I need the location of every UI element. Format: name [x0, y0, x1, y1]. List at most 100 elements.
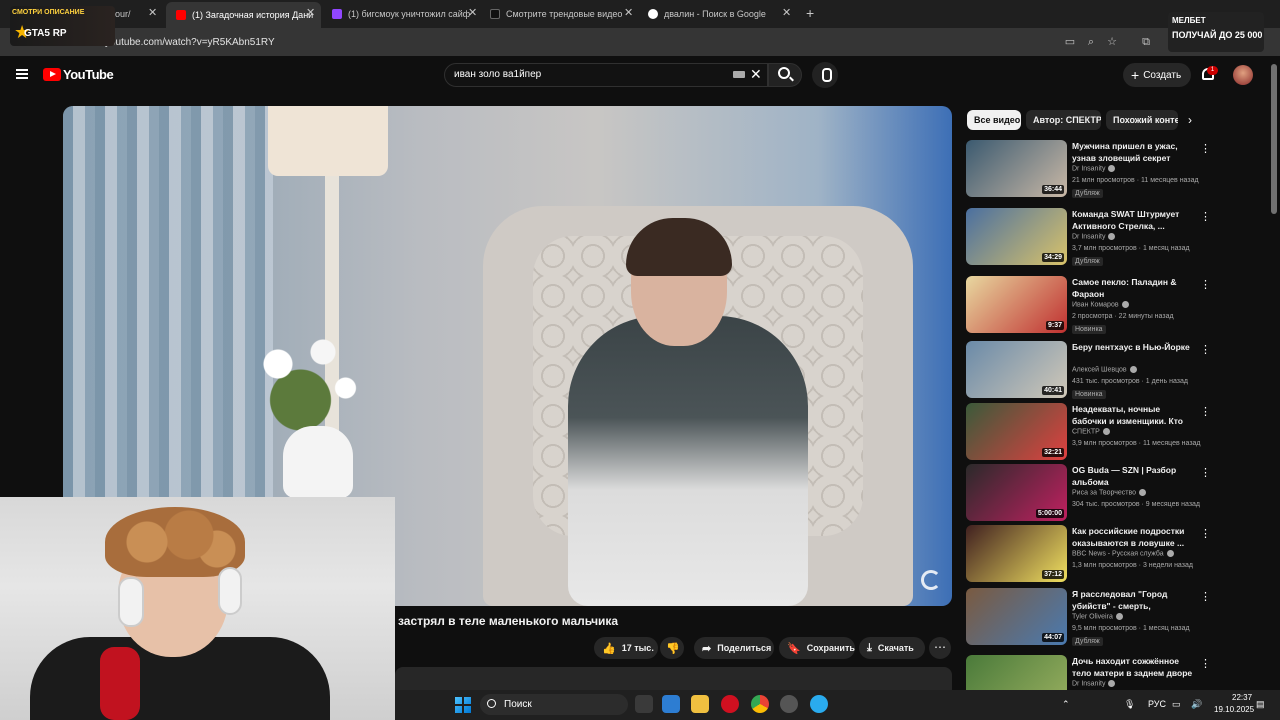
recommendation-channel[interactable]: Tyler Oliveira	[1072, 613, 1123, 620]
clock-date[interactable]: 19.10.2025	[1214, 705, 1254, 714]
recommendation-title[interactable]: OG Buda — SZN | Разбор альбома	[1072, 464, 1196, 488]
more-options-icon[interactable]: ⋮	[1200, 210, 1211, 223]
tab-4-close-icon[interactable]: ✕	[624, 6, 633, 19]
chip-author[interactable]: Автор: СПЕКТР	[1026, 110, 1101, 130]
chip-related[interactable]: Похожий конте	[1106, 110, 1178, 130]
recommendation-title[interactable]: Дочь находит сожжённое тело матери в зад…	[1072, 655, 1196, 679]
more-options-icon[interactable]: ⋮	[1200, 405, 1211, 418]
zoom-icon[interactable]: ⌕	[1085, 36, 1097, 48]
keyboard-icon[interactable]	[733, 71, 745, 78]
chip-all-videos[interactable]: Все видео	[967, 110, 1021, 130]
tab-4[interactable]: Смотрите трендовые видео |	[490, 4, 622, 24]
windows-start-icon[interactable]	[455, 697, 471, 713]
recommendation-title[interactable]: Как российские подростки оказываются в л…	[1072, 525, 1196, 549]
tab-4-label: Смотрите трендовые видео |	[506, 9, 622, 19]
volume-icon[interactable]: 🔊	[1191, 699, 1202, 710]
tab-2[interactable]: (1) Загадочная история Дани	[166, 2, 321, 28]
recommendation-item[interactable]: 40:41 Беру пентхаус в Нью-Йорке Алексей Ше…	[966, 341, 1216, 401]
tab-5[interactable]: двалин - Поиск в Google	[648, 4, 780, 24]
recommendation-title[interactable]: Команда SWAT Штурмует Активного Стрелка,…	[1072, 208, 1196, 232]
youtube-logo-text[interactable]: YouTube	[63, 67, 114, 82]
voice-search-mic-icon[interactable]	[812, 62, 838, 88]
share-button[interactable]: ➦ Поделиться	[694, 637, 774, 659]
recommendation-channel[interactable]: Dr Insanity	[1072, 165, 1116, 172]
notepad-icon[interactable]	[662, 695, 680, 713]
youtube-logo-icon[interactable]	[43, 68, 61, 81]
tab-2-close-icon[interactable]: ✕	[306, 6, 315, 19]
recommendation-item[interactable]: 32:21 Неадекваты, ночные бабочки и изменщ…	[966, 403, 1216, 463]
recommendation-channel[interactable]: Иван Комаров	[1072, 301, 1129, 308]
telegram-icon[interactable]	[810, 695, 828, 713]
download-button[interactable]: ⤓ Скачать	[859, 637, 925, 659]
recommendation-item[interactable]: 9:37 Самое пекло: Паладин & Фараон Иван Ко…	[966, 276, 1216, 336]
cast-icon[interactable]: ▭	[1064, 36, 1076, 48]
bookmark-star-icon[interactable]: ☆	[1106, 36, 1118, 48]
recommendation-thumbnail[interactable]: 9:37	[966, 276, 1067, 333]
notification-center-icon[interactable]: ▤	[1256, 699, 1265, 710]
tray-overflow-icon[interactable]: ⌃	[1062, 699, 1070, 710]
recommendation-item[interactable]: 44:07 Я расследовал "Город убийств" - сме…	[966, 588, 1216, 648]
recommendation-title[interactable]: Неадекваты, ночные бабочки и изменщики. …	[1072, 403, 1196, 427]
recommendation-title[interactable]: Беру пентхаус в Нью-Йорке	[1072, 341, 1196, 353]
recommendation-channel[interactable]: Алексей Шевцов	[1072, 366, 1137, 373]
recommendation-channel[interactable]: BBC News - Русская служба	[1072, 550, 1174, 557]
duration-badge: 37:12	[1042, 570, 1064, 579]
recommendation-item[interactable]: 36:44 Мужчина пришел в ужас, узнав зловещ…	[966, 140, 1216, 200]
more-options-icon[interactable]: ⋮	[1200, 142, 1211, 155]
account-avatar[interactable]	[1233, 65, 1253, 85]
clear-search-icon[interactable]: ✕	[750, 66, 762, 83]
more-options-icon[interactable]: ⋮	[1200, 343, 1211, 356]
bookmark-icon: 🔖	[787, 642, 801, 655]
app-icon[interactable]	[780, 695, 798, 713]
clock-time[interactable]: 22:37	[1232, 693, 1252, 702]
more-options-icon[interactable]: ⋮	[1200, 466, 1211, 479]
recommendation-channel[interactable]: Dr Insanity	[1072, 233, 1116, 240]
tab-3[interactable]: (1) бигсмоук уничтожил сайф	[332, 4, 480, 24]
recommendation-thumbnail[interactable]: 36:44	[966, 140, 1067, 197]
like-button[interactable]: 👍 17 тыс.	[594, 637, 658, 659]
chrome-icon[interactable]	[751, 695, 769, 713]
more-actions-icon[interactable]: ⋯	[929, 637, 951, 659]
more-options-icon[interactable]: ⋮	[1200, 657, 1211, 670]
recommendation-title[interactable]: Я расследовал "Город убийств" - смерть, …	[1072, 588, 1196, 612]
more-options-icon[interactable]: ⋮	[1200, 278, 1211, 291]
hamburger-menu-icon[interactable]	[16, 69, 28, 79]
more-options-icon[interactable]: ⋮	[1200, 527, 1211, 540]
verified-check-icon	[1108, 165, 1116, 172]
file-explorer-icon[interactable]	[691, 695, 709, 713]
recommendation-item[interactable]: 37:12 Как российские подростки оказываютс…	[966, 525, 1216, 585]
save-button[interactable]: 🔖 Сохранить	[779, 637, 855, 659]
tab-3-close-icon[interactable]: ✕	[468, 6, 477, 19]
recommendation-thumbnail[interactable]: 5:00:00	[966, 464, 1067, 521]
more-options-icon[interactable]: ⋮	[1200, 590, 1211, 603]
extensions-icon[interactable]: ⧉	[1140, 36, 1152, 48]
dislike-button[interactable]: 👎	[660, 637, 684, 659]
recommendation-title[interactable]: Мужчина пришел в ужас, узнав зловещий се…	[1072, 140, 1196, 164]
search-query[interactable]: иван золо ва1йпер	[454, 69, 541, 80]
task-view-icon[interactable]	[635, 695, 653, 713]
recommendation-thumbnail[interactable]: 40:41	[966, 341, 1067, 398]
headset-left-icon	[118, 577, 144, 627]
scrollbar[interactable]	[1271, 64, 1277, 214]
chevron-right-icon[interactable]: ›	[1188, 113, 1192, 127]
tab-1-close-icon[interactable]: ✕	[148, 6, 157, 19]
recommendation-thumbnail[interactable]: 34:29	[966, 208, 1067, 265]
url-field[interactable]: youtube.com/watch?v=yR5KAbn51RY	[105, 37, 275, 48]
recommendation-channel[interactable]: СПЕКТР	[1072, 428, 1110, 435]
recommendation-thumbnail[interactable]: 32:21	[966, 403, 1067, 460]
recommendation-title[interactable]: Самое пекло: Паладин & Фараон	[1072, 276, 1196, 300]
opera-icon[interactable]	[721, 695, 739, 713]
recommendation-thumbnail[interactable]: 44:07	[966, 588, 1067, 645]
language-indicator[interactable]: РУС	[1148, 699, 1166, 709]
tray-mic-icon[interactable]: 🎙	[1124, 699, 1135, 710]
tab-5-close-icon[interactable]: ✕	[782, 6, 791, 19]
recommendation-channel[interactable]: Dr Insanity	[1072, 680, 1116, 687]
taskbar-search[interactable]: Поиск	[480, 694, 628, 715]
recommendation-thumbnail[interactable]: 37:12	[966, 525, 1067, 582]
recommendation-channel[interactable]: Риса за Творчество	[1072, 489, 1146, 496]
network-icon[interactable]: ▭	[1172, 699, 1181, 710]
create-button[interactable]: + Создать	[1123, 63, 1191, 87]
new-tab-plus-icon[interactable]: +	[806, 5, 814, 21]
recommendation-item[interactable]: 5:00:00 OG Buda — SZN | Разбор альбома Рис…	[966, 464, 1216, 524]
recommendation-item[interactable]: 34:29 Команда SWAT Штурмует Активного Стр…	[966, 208, 1216, 268]
